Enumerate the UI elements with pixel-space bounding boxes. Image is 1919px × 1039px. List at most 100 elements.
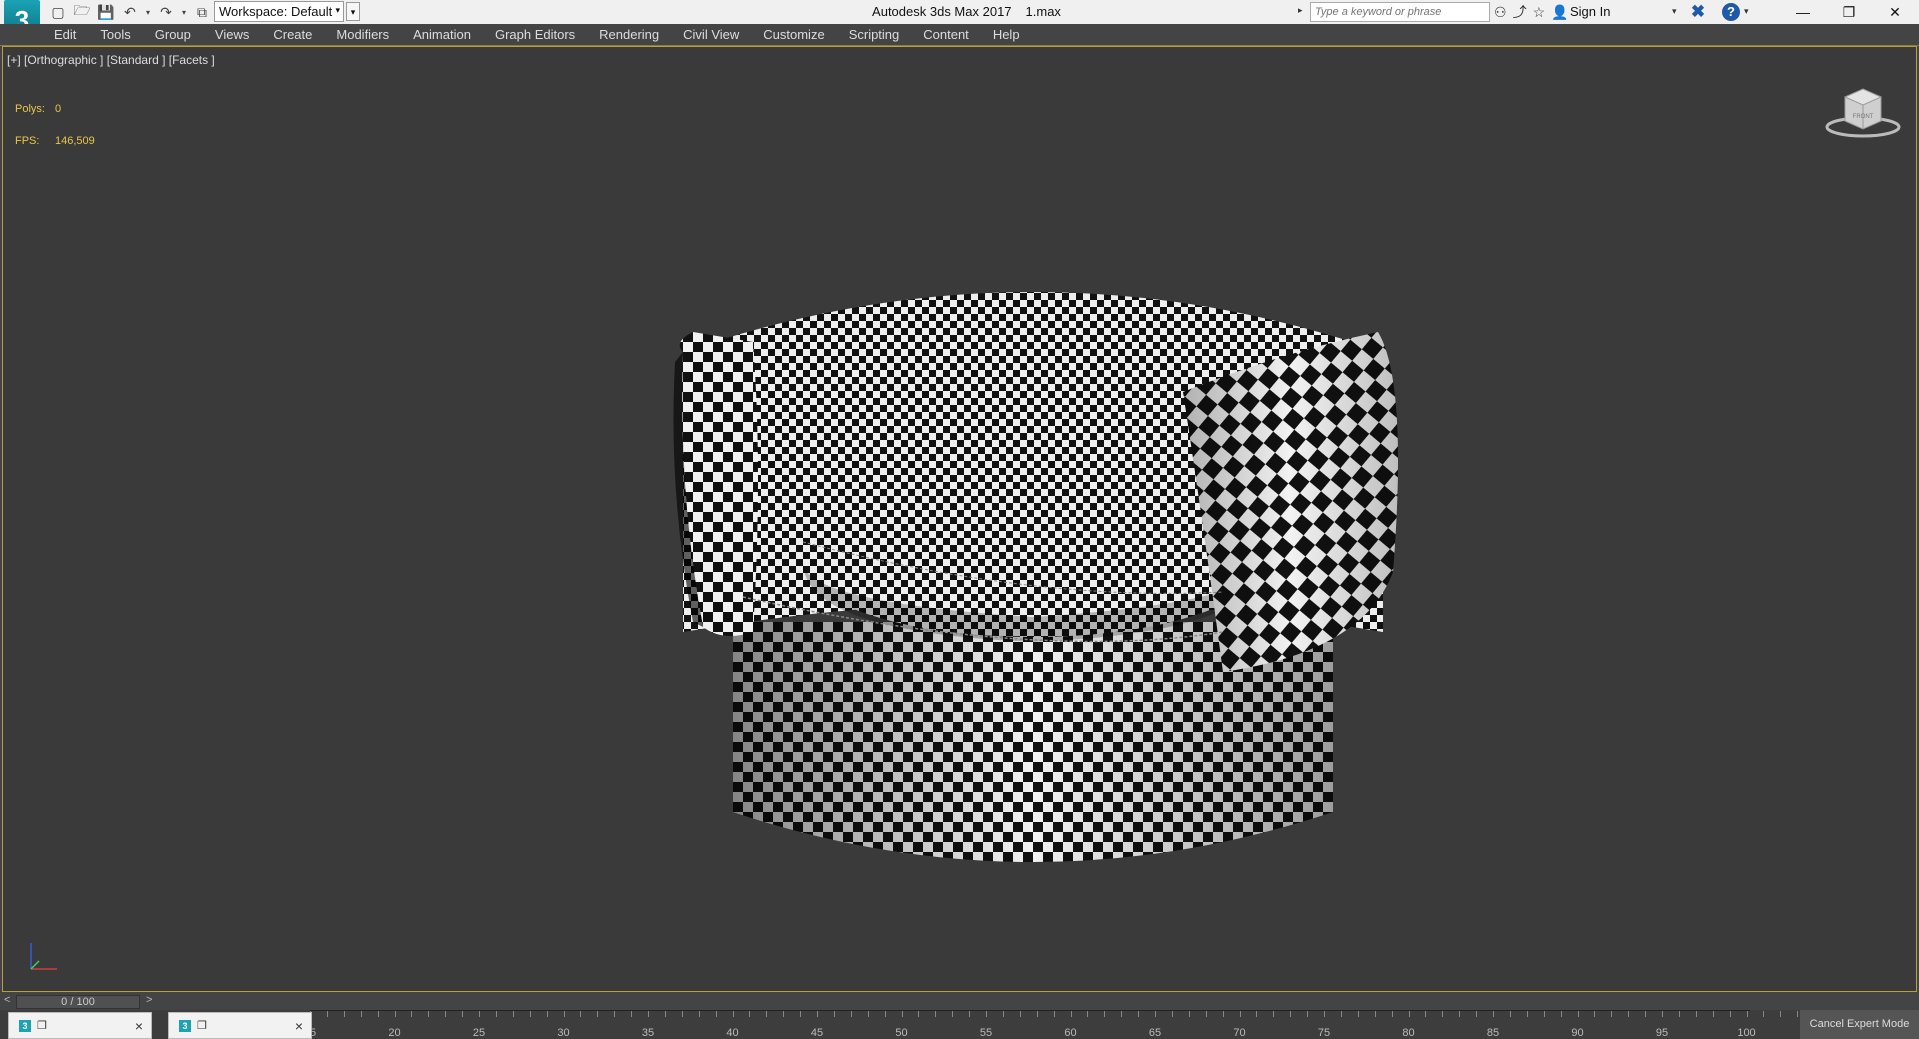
menu-modifiers[interactable]: Modifiers (336, 27, 389, 42)
autodesk-exchange-icon[interactable]: ✖ (1688, 2, 1708, 22)
frame-ruler[interactable]: 1520253035404550556065707580859095100 (304, 1010, 1832, 1039)
ruler-tick (817, 1011, 818, 1017)
search-expand-icon[interactable]: ▸ (1298, 5, 1303, 16)
ruler-label: 65 (1148, 1027, 1162, 1039)
workspace-menu-button[interactable]: ▾ (346, 2, 360, 21)
ruler-tick (1628, 1011, 1630, 1017)
ruler-tick (1408, 1011, 1410, 1017)
fps-value: 146,509 (55, 135, 95, 147)
binoculars-icon[interactable]: ⚇ (1494, 4, 1507, 21)
new-file-icon[interactable]: ▢ (48, 2, 68, 22)
ruler-tick (1391, 1011, 1393, 1017)
help-icon[interactable]: ? (1722, 3, 1740, 21)
prev-frame-button[interactable]: < (4, 994, 10, 1006)
ruler-tick (1526, 1011, 1528, 1017)
ruler-tick (1712, 1011, 1714, 1017)
app-logo-icon: 3 (179, 1019, 191, 1032)
ruler-tick (1746, 1011, 1748, 1017)
menu-rendering[interactable]: Rendering (599, 27, 659, 42)
sign-in-button[interactable]: Sign In (1570, 4, 1610, 19)
restore-window-icon[interactable]: ❐ (197, 1019, 207, 1032)
ruler-tick (1087, 1011, 1089, 1017)
ruler-label: 80 (1402, 1027, 1415, 1039)
menu-civil-view[interactable]: Civil View (683, 27, 739, 42)
viewport-label-menu[interactable]: [+] [Orthographic ] [Standard ] [Facets … (7, 53, 215, 67)
save-icon[interactable]: 💾 (96, 2, 116, 22)
taskbar-item[interactable]: 3 ❐ × (8, 1012, 152, 1039)
close-icon[interactable]: ✕ (1872, 0, 1918, 24)
ruler-tick (833, 1011, 835, 1017)
menu-help[interactable]: Help (993, 27, 1020, 42)
menu-group[interactable]: Group (155, 27, 191, 42)
app-logo-icon: 3 (19, 1019, 31, 1032)
checkered-armchair-model[interactable] (663, 272, 1403, 912)
ruler-tick (1357, 1011, 1359, 1017)
ruler-tick (326, 1011, 328, 1017)
cancel-expert-mode-button[interactable]: Cancel Expert Mode (1800, 1010, 1919, 1039)
ruler-tick (462, 1011, 464, 1017)
app-title: Autodesk 3ds Max 2017 (872, 4, 1012, 19)
ruler-tick (495, 1011, 497, 1017)
sign-in-dropdown-icon[interactable]: ▾ (1672, 6, 1677, 17)
ruler-tick (1205, 1011, 1207, 1017)
restore-icon[interactable]: ❐ (1826, 0, 1872, 24)
ruler-tick (546, 1011, 548, 1017)
ruler-tick (901, 1011, 903, 1017)
next-frame-button[interactable]: > (146, 994, 152, 1006)
ruler-tick (580, 1011, 582, 1017)
close-icon[interactable]: × (135, 1018, 143, 1034)
ruler-label: 45 (810, 1027, 824, 1039)
close-icon[interactable]: × (295, 1018, 303, 1034)
ruler-tick (1036, 1011, 1038, 1017)
viewcube-face-label: FRONT (1853, 114, 1874, 120)
ruler-tick (732, 1011, 734, 1017)
workspace-dropdown[interactable]: Workspace: Default ▾ (214, 1, 344, 22)
menu-scripting[interactable]: Scripting (849, 27, 900, 42)
minimize-icon[interactable]: — (1780, 0, 1826, 24)
ruler-tick (1780, 1011, 1782, 1017)
user-icon[interactable]: 👤 (1551, 4, 1568, 21)
restore-window-icon[interactable]: ❐ (37, 1019, 47, 1032)
redo-icon[interactable]: ↷ (156, 2, 176, 22)
ruler-tick (1256, 1011, 1258, 1017)
ruler-tick (614, 1011, 616, 1017)
menu-tools[interactable]: Tools (100, 27, 130, 42)
ruler-tick (1002, 1011, 1004, 1017)
help-dropdown-icon[interactable]: ▾ (1744, 6, 1749, 17)
ruler-tick (1171, 1011, 1173, 1017)
favorites-star-icon[interactable]: ☆ (1533, 4, 1546, 21)
ruler-tick (1104, 1011, 1106, 1017)
ruler-tick (1729, 1011, 1731, 1017)
ruler-label: 25 (472, 1027, 486, 1039)
viewcube-icon[interactable]: FRONT (1823, 79, 1903, 139)
communication-center-icon[interactable]: ⤴ (1513, 2, 1527, 22)
redo-dropdown-icon[interactable]: ▾ (180, 2, 188, 22)
menu-edit[interactable]: Edit (54, 27, 76, 42)
ruler-tick (1155, 1011, 1156, 1017)
ruler-label: 75 (1317, 1027, 1331, 1039)
undo-icon[interactable]: ↶ (120, 2, 140, 22)
ruler-tick (597, 1011, 599, 1017)
ruler-tick (1797, 1011, 1799, 1017)
menu-views[interactable]: Views (215, 27, 249, 42)
ruler-tick (715, 1011, 717, 1017)
project-folder-icon[interactable]: ⧉ (192, 2, 212, 22)
ruler-tick (1324, 1011, 1325, 1017)
menu-customize[interactable]: Customize (763, 27, 824, 42)
ruler-tick (1459, 1011, 1461, 1017)
ruler-tick (1763, 1011, 1765, 1017)
menu-create[interactable]: Create (273, 27, 312, 42)
ruler-tick (850, 1011, 852, 1017)
taskbar-item[interactable]: 3 ❐ × (168, 1012, 312, 1039)
ruler-tick (1273, 1011, 1275, 1017)
ruler-tick (1493, 1011, 1494, 1017)
viewport-orthographic[interactable]: [+] [Orthographic ] [Standard ] [Facets … (2, 46, 1917, 992)
menu-graph-editors[interactable]: Graph Editors (495, 27, 575, 42)
menu-animation[interactable]: Animation (413, 27, 471, 42)
open-file-icon[interactable]: 🗁 (72, 2, 92, 22)
search-input[interactable] (1310, 2, 1490, 22)
undo-dropdown-icon[interactable]: ▾ (144, 2, 152, 22)
time-slider[interactable]: 0 / 100 (16, 995, 140, 1009)
menu-content[interactable]: Content (923, 27, 969, 42)
ruler-tick (1509, 1011, 1511, 1017)
